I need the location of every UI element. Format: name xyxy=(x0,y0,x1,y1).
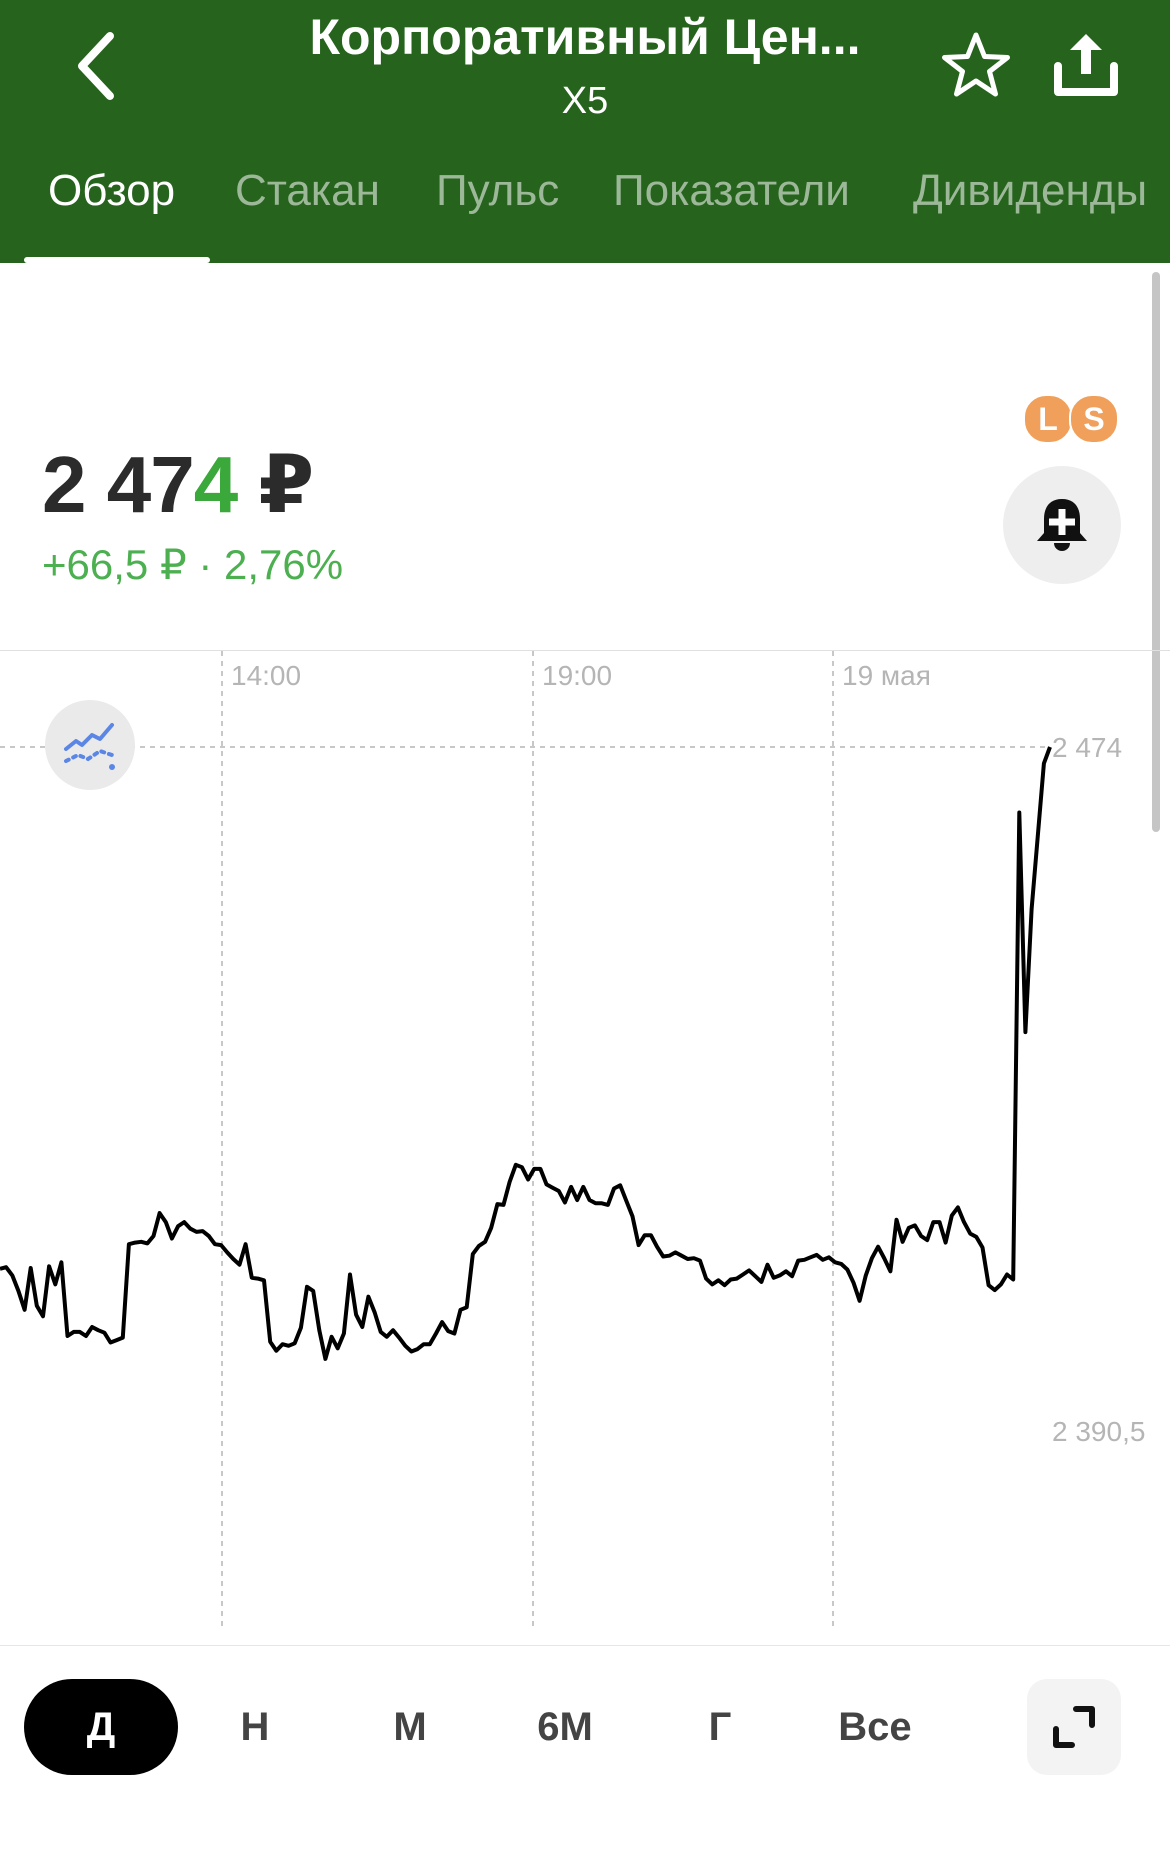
x-tick-label: 19 мая xyxy=(842,660,931,691)
price-line xyxy=(0,746,1052,1361)
trend-indicator-icon xyxy=(64,723,115,770)
period-day[interactable]: Д xyxy=(24,1679,178,1775)
expand-icon xyxy=(1053,1706,1095,1748)
y-label-top: 2 474 xyxy=(1052,732,1122,763)
app-header: Корпоративный Цен... X5 Обзор Стакан Пул… xyxy=(0,0,1170,263)
badge-long: L xyxy=(1023,394,1073,444)
period-year[interactable]: Г xyxy=(665,1679,775,1775)
price-change: +66,5 ₽ · 2,76% xyxy=(42,541,344,588)
price-chart[interactable]: 14:00 19:00 19 мая 2 474 2 390,5 xyxy=(0,650,1170,1641)
period-month[interactable]: М xyxy=(355,1679,465,1775)
price-main: 2 47 xyxy=(42,440,195,529)
price-currency: ₽ xyxy=(258,440,314,529)
x-tick-label: 19:00 xyxy=(542,660,612,691)
page-title: Корпоративный Цен... xyxy=(309,9,861,65)
period-week[interactable]: Н xyxy=(200,1679,310,1775)
fullscreen-button[interactable] xyxy=(1027,1679,1121,1775)
chart-svg: 14:00 19:00 19 мая 2 474 2 390,5 xyxy=(0,651,1145,1631)
star-icon xyxy=(942,32,1010,97)
current-price: 2 474 ₽ xyxy=(42,438,314,531)
back-button[interactable] xyxy=(62,22,132,110)
y-label-bottom: 2 390,5 xyxy=(1052,1416,1145,1447)
tab-overview[interactable]: Обзор xyxy=(48,166,175,216)
share-button[interactable] xyxy=(1050,26,1122,102)
period-selector: Д Н М 6М Г Все xyxy=(0,1645,1170,1851)
favorite-button[interactable] xyxy=(938,28,1014,104)
price-alert-button[interactable] xyxy=(1003,466,1121,584)
price-last-digit: 4 xyxy=(193,440,238,529)
share-icon xyxy=(1054,34,1118,96)
tab-dividends[interactable]: Дивиденды xyxy=(913,166,1147,216)
active-tab-indicator xyxy=(24,257,210,263)
bell-plus-icon xyxy=(1037,499,1087,551)
ticker-label: X5 xyxy=(561,80,609,122)
tab-indicators[interactable]: Показатели xyxy=(613,166,850,216)
period-all[interactable]: Все xyxy=(820,1679,930,1775)
badge-short: S xyxy=(1069,394,1119,444)
tab-pulse[interactable]: Пульс xyxy=(436,166,559,216)
x-tick-label: 14:00 xyxy=(231,660,301,691)
chevron-left-icon xyxy=(78,32,114,100)
period-6-months[interactable]: 6М xyxy=(510,1679,620,1775)
tab-order-book[interactable]: Стакан xyxy=(235,166,380,216)
chart-indicators-button[interactable] xyxy=(45,700,135,790)
tab-bar: Обзор Стакан Пульс Показатели Дивиденды xyxy=(0,166,1170,263)
